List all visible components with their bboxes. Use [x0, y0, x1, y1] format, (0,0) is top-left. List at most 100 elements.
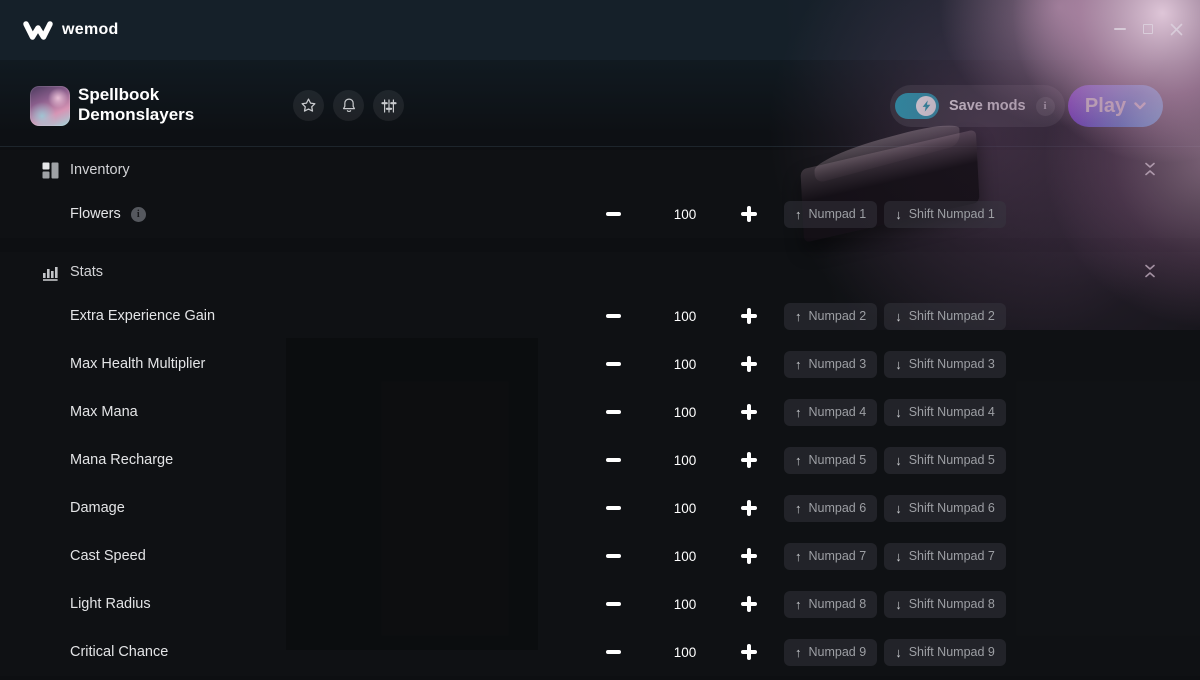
hotkey-increase-badge[interactable]: ↑ Numpad 8 — [784, 590, 878, 618]
row-value[interactable]: 100 — [640, 532, 730, 580]
save-mods-label: Save mods — [949, 98, 1026, 114]
minimize-button[interactable] — [1112, 21, 1128, 37]
hotkey-decrease-badge[interactable]: ↓ Shift Numpad 8 — [884, 590, 1006, 618]
plus-icon — [741, 500, 757, 516]
plus-icon — [741, 404, 757, 420]
row-label-wrap: Flowers i — [70, 190, 146, 238]
sections: Inventory Flowers i 100 ↑ Numpad 1 ↓ Shi… — [0, 150, 1200, 680]
decrease-button[interactable] — [597, 444, 629, 476]
hotkey-increase-badge[interactable]: ↑ Numpad 6 — [784, 494, 878, 522]
hotkeys: ↑ Numpad 2 ↓ Shift Numpad 2 — [784, 302, 1006, 330]
decrease-button[interactable] — [597, 492, 629, 524]
up-arrow-icon: ↑ — [795, 548, 802, 564]
save-mods-info-icon[interactable]: i — [1035, 96, 1055, 116]
hotkey-decrease-badge[interactable]: ↓ Shift Numpad 4 — [884, 398, 1006, 426]
mod-row: Critical Chance 100 ↑ Numpad 9 ↓ Shift N… — [0, 628, 1200, 676]
section-header[interactable]: Stats — [0, 252, 1200, 292]
hotkey-decrease-badge[interactable]: ↓ Shift Numpad 9 — [884, 638, 1006, 666]
hotkey-up-label: Numpad 9 — [808, 645, 867, 659]
row-value[interactable]: 100 — [640, 484, 730, 532]
row-label: Mana Recharge — [70, 452, 174, 468]
decrease-button[interactable] — [597, 300, 629, 332]
increase-button[interactable] — [733, 300, 765, 332]
game-thumbnail — [30, 86, 70, 126]
row-label: Extra Experience Gain — [70, 308, 216, 324]
maximize-button[interactable] — [1140, 21, 1156, 37]
decrease-button[interactable] — [597, 540, 629, 572]
hotkey-decrease-badge[interactable]: ↓ Shift Numpad 3 — [884, 350, 1006, 378]
row-value[interactable]: 100 — [640, 580, 730, 628]
increase-button[interactable] — [733, 636, 765, 668]
increase-button[interactable] — [733, 348, 765, 380]
increase-button[interactable] — [733, 198, 765, 230]
minus-icon — [605, 362, 621, 366]
row-value[interactable]: 100 — [640, 190, 730, 238]
hotkey-decrease-badge[interactable]: ↓ Shift Numpad 6 — [884, 494, 1006, 522]
increase-button[interactable] — [733, 540, 765, 572]
decrease-button[interactable] — [597, 198, 629, 230]
increase-button[interactable] — [733, 444, 765, 476]
hotkey-up-label: Numpad 3 — [808, 357, 867, 371]
minus-icon — [605, 506, 621, 510]
hotkey-increase-badge[interactable]: ↑ Numpad 1 — [784, 200, 878, 228]
hotkey-increase-badge[interactable]: ↑ Numpad 4 — [784, 398, 878, 426]
star-icon — [301, 98, 316, 112]
hotkey-decrease-badge[interactable]: ↓ Shift Numpad 2 — [884, 302, 1006, 330]
hotkey-up-label: Numpad 6 — [808, 501, 867, 515]
hotkey-increase-badge[interactable]: ↑ Numpad 2 — [784, 302, 878, 330]
close-button[interactable] — [1168, 21, 1184, 37]
mod-row: Max Health Multiplier 100 ↑ Numpad 3 ↓ S… — [0, 340, 1200, 388]
minus-icon — [605, 410, 621, 414]
hotkey-settings-button[interactable] — [373, 90, 404, 121]
hotkey-down-label: Shift Numpad 2 — [908, 309, 995, 323]
hotkey-down-label: Shift Numpad 1 — [908, 207, 995, 221]
notifications-button[interactable] — [333, 90, 364, 121]
increase-button[interactable] — [733, 588, 765, 620]
game-header: Spellbook Demonslayers Save mods i Play — [0, 60, 1200, 147]
favorite-button[interactable] — [293, 90, 324, 121]
save-mods-toggle[interactable] — [895, 93, 939, 119]
increase-button[interactable] — [733, 492, 765, 524]
down-arrow-icon: ↓ — [895, 452, 902, 468]
hotkey-increase-badge[interactable]: ↑ Numpad 3 — [784, 350, 878, 378]
play-button[interactable]: Play — [1068, 85, 1163, 127]
mod-row: Flowers i 100 ↑ Numpad 1 ↓ Shift Numpad … — [0, 190, 1200, 238]
info-icon[interactable]: i — [130, 206, 146, 222]
hotkey-decrease-badge[interactable]: ↓ Shift Numpad 5 — [884, 446, 1006, 474]
hotkey-decrease-badge[interactable]: ↓ Shift Numpad 7 — [884, 542, 1006, 570]
section-header[interactable]: Inventory — [0, 150, 1200, 190]
row-label-wrap: Mana Recharge — [70, 436, 173, 484]
hotkeys: ↑ Numpad 1 ↓ Shift Numpad 1 — [784, 200, 1006, 228]
decrease-button[interactable] — [597, 396, 629, 428]
hotkey-increase-badge[interactable]: ↑ Numpad 5 — [784, 446, 878, 474]
hotkey-down-label: Shift Numpad 6 — [908, 501, 995, 515]
collapse-section-button[interactable] — [1141, 262, 1159, 282]
row-label-wrap: Max Mana — [70, 388, 138, 436]
row-value[interactable]: 100 — [640, 292, 730, 340]
row-label-wrap: Critical Chance — [70, 628, 168, 676]
decrease-button[interactable] — [597, 348, 629, 380]
row-value[interactable]: 100 — [640, 388, 730, 436]
row-value[interactable]: 100 — [640, 340, 730, 388]
decrease-button[interactable] — [597, 588, 629, 620]
play-label: Play — [1084, 94, 1127, 117]
chevron-down-icon — [1134, 102, 1146, 110]
decrease-button[interactable] — [597, 636, 629, 668]
brand-name: wemod — [62, 21, 119, 38]
hotkey-increase-badge[interactable]: ↑ Numpad 7 — [784, 542, 878, 570]
hotkey-down-label: Shift Numpad 5 — [908, 453, 995, 467]
row-value[interactable]: 100 — [640, 436, 730, 484]
plus-icon — [741, 548, 757, 564]
titlebar[interactable]: wemod — [0, 0, 1200, 60]
hotkey-decrease-badge[interactable]: ↓ Shift Numpad 1 — [884, 200, 1006, 228]
hotkey-down-label: Shift Numpad 7 — [908, 549, 995, 563]
hotkey-increase-badge[interactable]: ↑ Numpad 9 — [784, 638, 878, 666]
collapse-section-button[interactable] — [1141, 160, 1159, 180]
increase-button[interactable] — [733, 396, 765, 428]
collapse-icon — [1145, 162, 1155, 175]
down-arrow-icon: ↓ — [895, 500, 902, 516]
row-label-wrap: Max Health Multiplier — [70, 340, 205, 388]
row-label: Flowers — [70, 206, 121, 222]
mod-row: Mana Recharge 100 ↑ Numpad 5 ↓ Shift Num… — [0, 436, 1200, 484]
row-value[interactable]: 100 — [640, 628, 730, 676]
